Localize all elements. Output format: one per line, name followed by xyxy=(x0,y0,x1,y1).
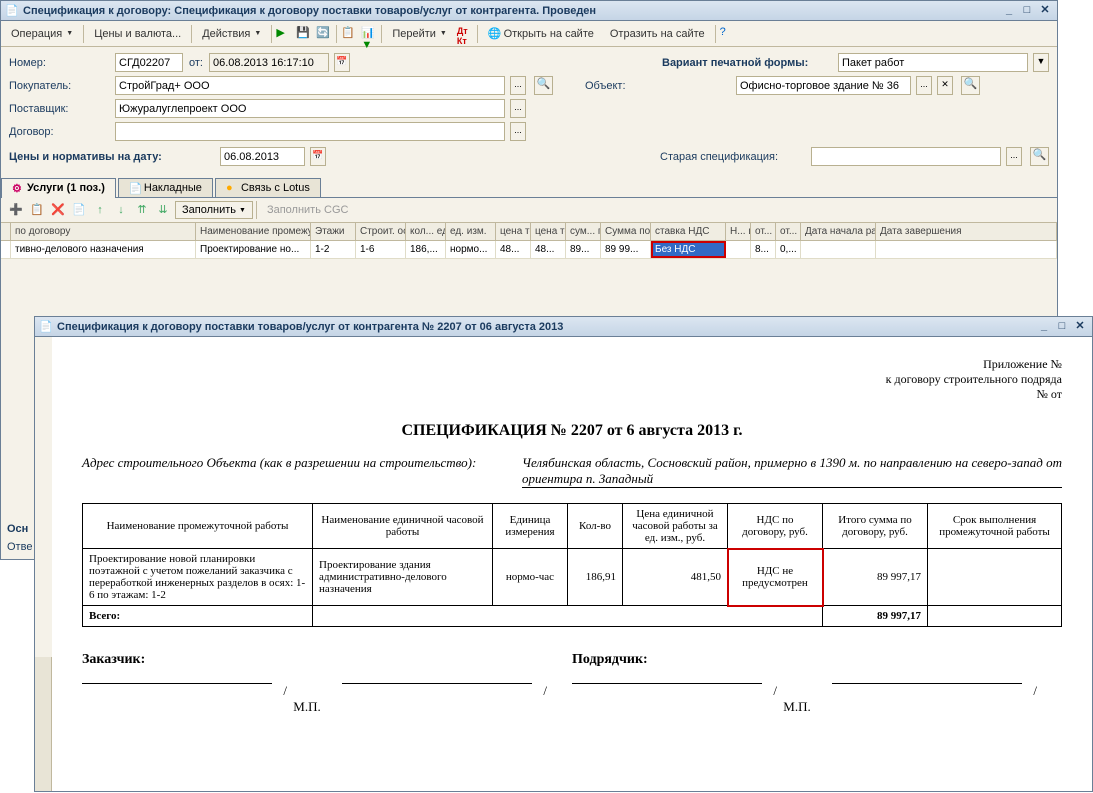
doc-icon[interactable]: 📋 xyxy=(341,26,357,42)
signatures: Заказчик: М.П. Подрядчик: М.П. xyxy=(82,652,1062,715)
buyer-field[interactable]: СтройГрад+ ООО xyxy=(115,76,505,95)
footer-labels: Осн Отве xyxy=(7,523,32,553)
date-picker-button[interactable]: 📅 xyxy=(334,53,350,72)
contract-dots[interactable]: ... xyxy=(510,122,526,141)
contract-field[interactable] xyxy=(115,122,505,141)
print-document: Приложение № к договору строительного по… xyxy=(52,337,1092,791)
vat-cell-selected: Без НДС xyxy=(651,241,726,258)
services-grid[interactable]: по договору Наименование промежуточной Э… xyxy=(1,223,1057,259)
delete-row-icon[interactable]: ❌ xyxy=(49,201,67,219)
grid-row[interactable]: тивно-делового назначения Проектирование… xyxy=(1,241,1057,259)
save-icon[interactable]: 💾 xyxy=(296,26,312,42)
prices-date-picker[interactable]: 📅 xyxy=(310,147,326,166)
oldspec-dots[interactable]: ... xyxy=(1006,147,1022,166)
insert-row-icon[interactable]: 📋 xyxy=(28,201,46,219)
titlebar-1: 📄 Спецификация к договору: Спецификация … xyxy=(1,1,1057,21)
prices-date-label: Цены и нормативы на дату: xyxy=(9,151,214,163)
play-icon[interactable]: ▶ xyxy=(276,26,292,42)
fill-cgc-button: Заполнить CGC xyxy=(260,201,356,219)
grid-header: по договору Наименование промежуточной Э… xyxy=(1,223,1057,241)
oldspec-search[interactable]: 🔍 xyxy=(1030,147,1049,166)
object-dots[interactable]: ... xyxy=(916,76,932,95)
oldspec-label: Старая спецификация: xyxy=(660,151,805,163)
tree-icon[interactable]: 📊▼ xyxy=(361,26,377,42)
tab-services[interactable]: ⚙Услуги (1 поз.) xyxy=(1,178,116,198)
help-icon[interactable]: ? xyxy=(720,26,736,42)
titlebar-2: 📄 Спецификация к договору поставки товар… xyxy=(35,317,1092,337)
from-label: от: xyxy=(189,57,203,69)
buyer-dots[interactable]: ... xyxy=(510,76,526,95)
move-up-icon[interactable]: ↑ xyxy=(91,201,109,219)
supplier-dots[interactable]: ... xyxy=(510,99,526,118)
from-field[interactable]: 06.08.2013 16:17:10 xyxy=(209,53,329,72)
dt-icon[interactable]: ДтКт xyxy=(457,26,473,42)
window-title-1: Спецификация к договору: Спецификация к … xyxy=(23,5,999,17)
variant-label: Вариант печатной формы: xyxy=(662,57,832,69)
close-button-2[interactable]: ✕ xyxy=(1072,320,1088,334)
ruler-left xyxy=(35,657,52,791)
sort-asc-icon[interactable]: ⇈ xyxy=(133,201,151,219)
print-appendix: Приложение № к договору строительного по… xyxy=(82,357,1062,402)
supplier-field[interactable]: Южуралуглепроект ООО xyxy=(115,99,505,118)
reflect-site-button[interactable]: Отразить на сайте xyxy=(604,26,711,42)
object-field[interactable]: Офисно-торговое здание № 36 xyxy=(736,76,911,95)
minimize-button[interactable]: _ xyxy=(1001,4,1017,18)
tab-overhead[interactable]: 📄Накладные xyxy=(118,178,213,197)
close-button[interactable]: ✕ xyxy=(1037,4,1053,18)
number-field[interactable]: СГД02207 xyxy=(115,53,183,72)
copy-row-icon[interactable]: 📄 xyxy=(70,201,88,219)
variant-field[interactable]: Пакет работ xyxy=(838,53,1028,72)
goto-menu[interactable]: Перейти▼ xyxy=(386,26,453,42)
actions-menu[interactable]: Действия▼ xyxy=(196,26,267,42)
object-clear[interactable]: ✕ xyxy=(937,76,953,95)
form-area: Номер: СГД02207 от: 06.08.2013 16:17:10 … xyxy=(1,47,1057,176)
tab-lotus[interactable]: ●Связь с Lotus xyxy=(215,178,321,197)
print-table: Наименование промежуточной работы Наимен… xyxy=(82,503,1062,627)
open-site-button[interactable]: 🌐 Открыть на сайте xyxy=(482,25,600,42)
fill-button[interactable]: Заполнить ▼ xyxy=(175,201,253,219)
prices-date-field[interactable]: 06.08.2013 xyxy=(220,147,305,166)
buyer-search[interactable]: 🔍 xyxy=(534,76,553,95)
minimize-button-2[interactable]: _ xyxy=(1036,320,1052,334)
object-label: Объект: xyxy=(585,80,730,92)
sub-toolbar: ➕ 📋 ❌ 📄 ↑ ↓ ⇈ ⇊ Заполнить ▼ Заполнить CG… xyxy=(1,198,1057,223)
print-address: Адрес строительного Объекта (как в разре… xyxy=(82,455,1062,488)
print-title: СПЕЦИФИКАЦИЯ № 2207 от 6 августа 2013 г. xyxy=(82,422,1062,440)
maximize-button-2[interactable]: □ xyxy=(1054,320,1070,334)
main-toolbar: Операция▼ Цены и валюта... Действия▼ ▶ 💾… xyxy=(1,21,1057,47)
tabs: ⚙Услуги (1 поз.) 📄Накладные ●Связь с Lot… xyxy=(1,176,1057,198)
supplier-label: Поставщик: xyxy=(9,103,109,115)
operation-menu[interactable]: Операция▼ xyxy=(5,26,79,42)
window-print-preview: 📄 Спецификация к договору поставки товар… xyxy=(34,316,1093,792)
vat-cell-highlighted: НДС не предусмотрен xyxy=(728,549,823,606)
customer-label: Заказчик: xyxy=(82,652,572,668)
sort-desc-icon[interactable]: ⇊ xyxy=(154,201,172,219)
variant-dropdown[interactable]: ▼ xyxy=(1033,53,1049,72)
contract-label: Договор: xyxy=(9,126,109,138)
window-title-2: Спецификация к договору поставки товаров… xyxy=(57,321,1034,333)
contractor-label: Подрядчик: xyxy=(572,652,1062,668)
prices-button[interactable]: Цены и валюта... xyxy=(88,26,187,42)
table-total-row: Всего: 89 997,17 xyxy=(83,606,1062,627)
number-label: Номер: xyxy=(9,57,109,69)
move-down-icon[interactable]: ↓ xyxy=(112,201,130,219)
add-row-icon[interactable]: ➕ xyxy=(7,201,25,219)
buyer-label: Покупатель: xyxy=(9,80,109,92)
app-icon-2: 📄 xyxy=(39,320,53,334)
oldspec-field[interactable] xyxy=(811,147,1001,166)
maximize-button[interactable]: □ xyxy=(1019,4,1035,18)
app-icon: 📄 xyxy=(5,4,19,18)
object-search[interactable]: 🔍 xyxy=(961,76,980,95)
refresh-icon[interactable]: 🔄 xyxy=(316,26,332,42)
table-row: Проектирование новой планировки поэтажно… xyxy=(83,549,1062,606)
